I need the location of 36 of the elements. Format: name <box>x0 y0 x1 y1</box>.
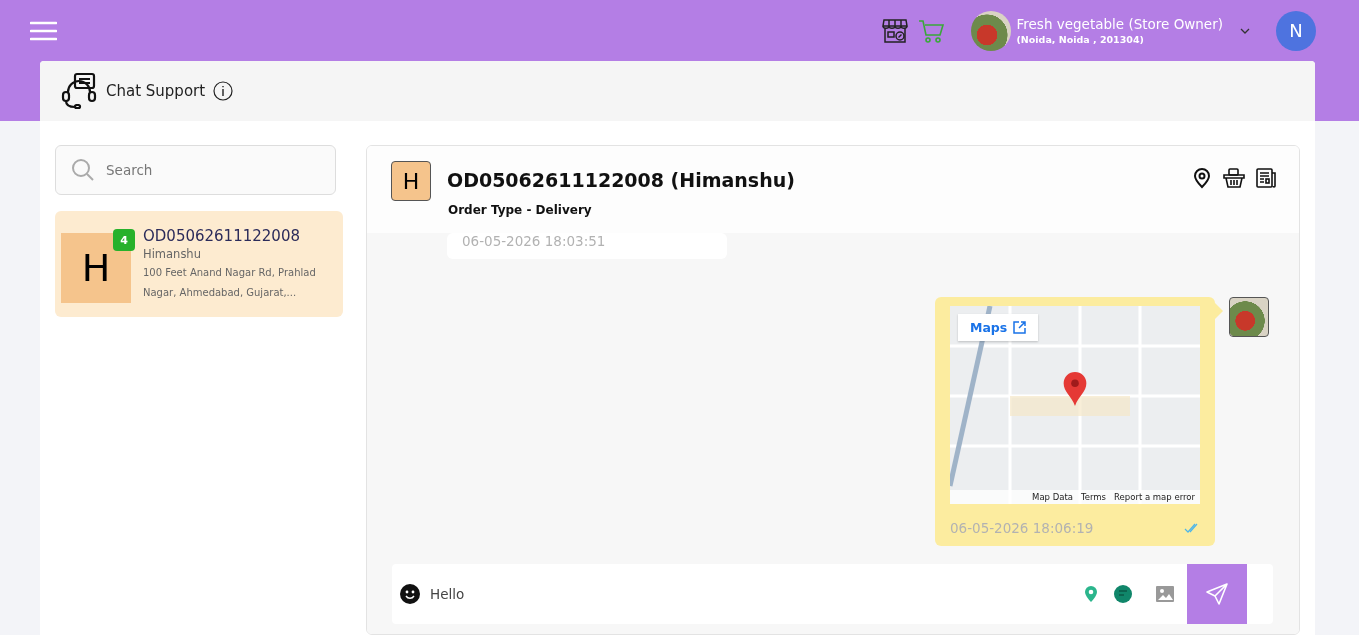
store-name: Fresh vegetable (Store Owner) <box>1016 16 1223 32</box>
customer-avatar: H <box>391 161 431 201</box>
store-icon[interactable] <box>880 16 909 45</box>
external-link-icon <box>1013 321 1027 334</box>
menu-icon[interactable] <box>30 20 57 41</box>
location-pin-icon[interactable] <box>1191 167 1213 189</box>
send-button[interactable] <box>1187 564 1247 624</box>
chat-bubble-icon[interactable] <box>1113 584 1133 604</box>
unread-badge: 4 <box>113 229 135 251</box>
store-address: (Noida, Noida , 201304) <box>1016 34 1145 45</box>
message-time: 06-05-2026 18:06:19 <box>950 520 1094 536</box>
map-footer-link[interactable]: Map Data <box>1032 492 1073 502</box>
basket-icon[interactable] <box>1223 167 1245 189</box>
store-photo-placeholder <box>1229 297 1269 337</box>
headset-chat-icon <box>60 72 98 110</box>
chat-title: OD05062611122008 (Himanshu) <box>447 169 796 191</box>
send-icon <box>1205 582 1229 606</box>
maps-link[interactable]: Maps <box>958 314 1039 341</box>
map-pin-icon <box>1062 371 1088 407</box>
store-photo-placeholder <box>970 10 1011 51</box>
map-footer-link[interactable]: Terms <box>1081 492 1107 502</box>
map-footer-link[interactable]: Report a map error <box>1114 492 1195 502</box>
user-avatar[interactable]: N <box>1276 10 1316 51</box>
order-type: Order Type - Delivery <box>448 203 593 217</box>
smiley-icon[interactable] <box>400 584 420 604</box>
newspaper-icon[interactable] <box>1255 167 1277 189</box>
page-title: Chat Support <box>106 82 206 100</box>
message-input[interactable]: Hello <box>428 585 1081 603</box>
message-time: 06-05-2026 18:03:51 <box>462 233 607 249</box>
info-icon[interactable] <box>213 81 234 101</box>
conversation-item[interactable]: H 4 OD05062611122008 Himanshu 100 Feet Anand Nagar Rd, Prahlad Nagar, Ahmedabad, Gujarat,... <box>55 211 343 317</box>
customer-name: Himanshu <box>143 247 202 261</box>
image-icon[interactable] <box>1155 584 1175 604</box>
search-field[interactable]: Search <box>55 145 336 195</box>
customer-address: 100 Feet Anand Nagar Rd, Prahlad Nagar, Ahmedabad, Gujarat,... <box>143 266 317 300</box>
order-id: OD05062611122008 <box>143 227 301 245</box>
